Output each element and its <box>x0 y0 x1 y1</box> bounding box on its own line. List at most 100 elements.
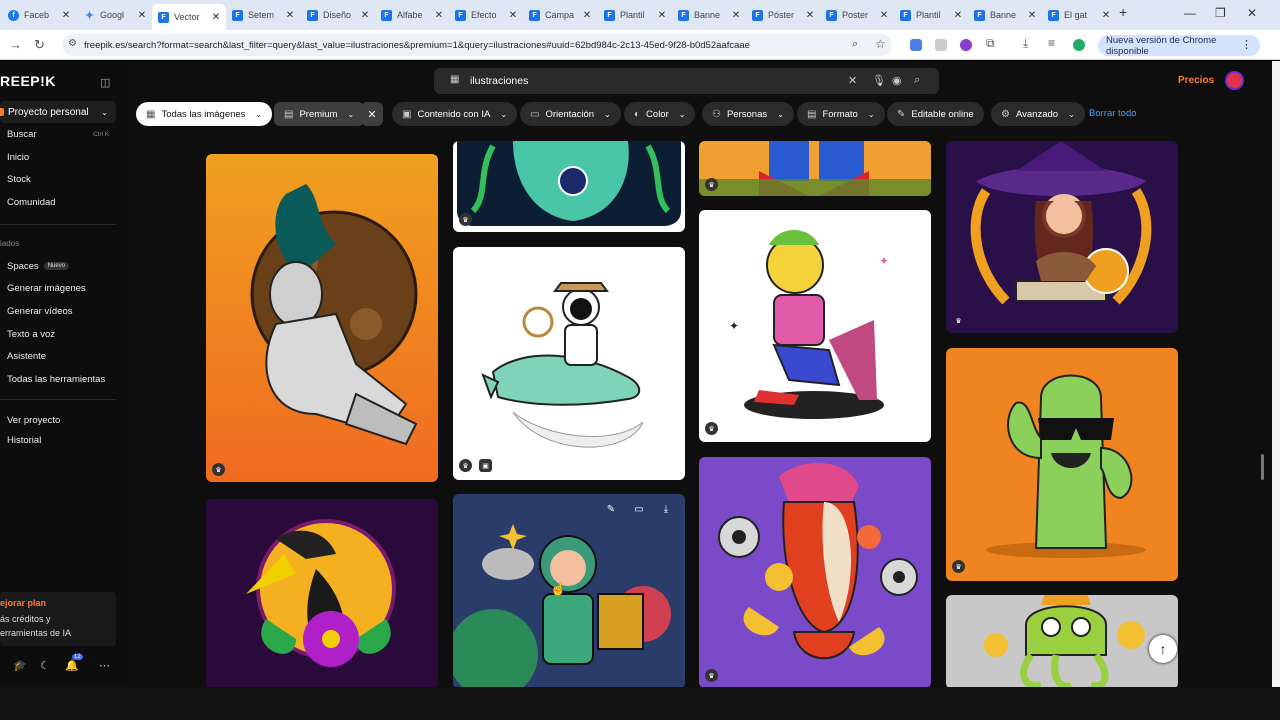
theme-moon-icon[interactable]: ☾ <box>40 659 50 672</box>
browser-tab[interactable]: F Diseño ✕ <box>301 4 375 26</box>
media-icon[interactable]: ≡ <box>1048 36 1060 50</box>
microphone-icon[interactable]: 🎙 <box>872 74 886 87</box>
sidebar-item-comunidad[interactable]: Comunidad <box>7 197 56 208</box>
collapse-sidebar-icon[interactable]: ◫ <box>100 76 110 89</box>
sidebar-item-todas-herramientas[interactable]: Todas las herramientas <box>7 374 105 385</box>
sidebar-item-generar-imagenes[interactable]: Generar imágenes <box>7 283 86 294</box>
filter-format[interactable]: ▤ Formato ⌄ <box>797 102 885 126</box>
upgrade-plan-card[interactable]: ejorar plan ás créditos y erramientas de … <box>0 592 116 646</box>
browser-tab[interactable]: F Plantil ✕ <box>598 4 672 26</box>
result-card-astronaut-dolphin[interactable]: ♛ ▣ <box>453 247 685 480</box>
close-icon[interactable]: ✕ <box>804 10 816 21</box>
download-icon[interactable]: ⤓ <box>658 504 674 520</box>
more-icon[interactable]: ⋮ <box>1241 38 1252 51</box>
filter-editable-online[interactable]: ✎ Editable online <box>887 102 984 126</box>
close-icon[interactable]: ✕ <box>878 10 890 21</box>
zoom-icon[interactable]: ⌕ <box>852 38 858 51</box>
scroll-to-top-button[interactable]: ↑ <box>1149 635 1177 663</box>
edit-icon[interactable]: ✎ <box>603 504 619 520</box>
clear-search-icon[interactable]: ✕ <box>848 74 857 87</box>
filter-all-images[interactable]: ▦ Todas las imágenes ⌄ <box>136 102 273 126</box>
result-card-astronaut-woman[interactable]: ♛ <box>206 154 438 482</box>
browser-tab[interactable]: f Faceb ✕ <box>2 4 76 26</box>
result-card-witch[interactable]: ♛ <box>946 141 1178 333</box>
close-icon[interactable]: ✕ <box>952 10 964 21</box>
pricing-link[interactable]: Precios <box>1178 75 1214 86</box>
result-card-octopus[interactable] <box>946 595 1178 689</box>
save-to-folder-icon[interactable]: ▭ <box>631 504 647 520</box>
sidebar-item-buscar[interactable]: Buscar <box>7 129 37 140</box>
avatar[interactable] <box>1225 71 1244 90</box>
close-icon[interactable]: ✕ <box>433 10 445 21</box>
browser-tab[interactable]: F El gat ✕ <box>1042 4 1116 26</box>
scrollbar-thumb[interactable] <box>1261 454 1264 480</box>
close-icon[interactable]: ✕ <box>656 10 668 21</box>
sidebar-item-texto-a-voz[interactable]: Texto a voz <box>7 329 55 340</box>
address-bar[interactable]: ⚙ freepik.es/search?format=search&last_f… <box>62 34 892 56</box>
close-icon[interactable]: ✕ <box>210 12 222 23</box>
extension-icon[interactable] <box>935 39 947 51</box>
minimize-button[interactable]: — <box>1184 6 1196 20</box>
browser-tab[interactable]: F Efecto ✕ <box>449 4 523 26</box>
sidebar-item-inicio[interactable]: Inicio <box>7 152 29 163</box>
search-input[interactable]: ilustraciones <box>470 75 528 87</box>
browser-tab[interactable]: F Setem ✕ <box>226 4 300 26</box>
sidebar-item-generar-videos[interactable]: Generar vídeos <box>7 306 72 317</box>
filter-advanced[interactable]: ⚙ Avanzado ⌄ <box>991 102 1085 126</box>
camera-search-icon[interactable]: ◉ <box>892 74 902 87</box>
sidebar-item-spaces[interactable]: Spaces Nuevo <box>7 261 70 272</box>
sidebar-item-stock[interactable]: Stock <box>7 174 31 185</box>
freepik-logo[interactable]: REEP!K <box>0 73 56 89</box>
browser-tab[interactable]: F Póster ✕ <box>746 4 820 26</box>
filter-ai-content[interactable]: ▣ Contenido con IA ⌄ <box>392 102 518 126</box>
result-card-cactus[interactable]: ♛ <box>946 348 1178 581</box>
filter-orientation[interactable]: ▭ Orientación ⌄ <box>520 102 621 126</box>
page-scrollbar[interactable] <box>1272 61 1280 687</box>
site-info-icon[interactable]: ⚙ <box>68 38 77 49</box>
result-card-colorful-legs[interactable]: ♛ <box>699 141 931 196</box>
browser-tab[interactable]: F Banne ✕ <box>672 4 746 26</box>
browser-tab-active[interactable]: F Vector ✕ <box>152 4 226 30</box>
close-icon[interactable]: ✕ <box>284 10 296 21</box>
browser-tab[interactable]: F Alfabe ✕ <box>375 4 449 26</box>
result-card-toucan[interactable] <box>206 499 438 689</box>
browser-tab[interactable]: F Poster ✕ <box>820 4 894 26</box>
result-card-astronaut-collage[interactable]: ✎ ▭ ⤓ ☝ <box>453 494 685 689</box>
sidebar-item-asistente[interactable]: Asistente <box>7 351 46 362</box>
bookmark-star-icon[interactable]: ☆ <box>875 37 886 51</box>
notifications-bell-icon[interactable]: 🔔 12 <box>65 654 83 672</box>
close-icon[interactable]: ✕ <box>1026 10 1038 21</box>
search-bar[interactable]: ▦ ilustraciones ✕ 🎙 ◉ ⌕ <box>434 68 939 94</box>
browser-tab[interactable]: F Campa ✕ <box>523 4 597 26</box>
extension-icon[interactable] <box>960 39 972 51</box>
close-icon[interactable]: ✕ <box>581 10 593 21</box>
puzzle-icon[interactable]: ⧉ <box>986 36 998 50</box>
close-icon[interactable]: ✕ <box>1100 10 1112 21</box>
forward-icon[interactable]: → <box>9 37 22 52</box>
reload-icon[interactable]: ↻ <box>34 37 45 53</box>
project-selector[interactable]: Proyecto personal ⌄ <box>0 101 116 123</box>
chrome-update-button[interactable]: Nueva versión de Chrome disponible ⋮ <box>1098 35 1260 57</box>
result-card-punk-portrait[interactable]: ♛ <box>699 457 931 688</box>
clear-all-filters-link[interactable]: Borrar todo <box>1089 108 1137 119</box>
more-options-icon[interactable]: ⋯ <box>99 659 110 672</box>
result-card-nervous-character[interactable]: ✦ ✦ ♛ <box>699 210 931 442</box>
sidebar-item-ver-proyecto[interactable]: Ver proyecto <box>7 415 60 426</box>
profile-icon[interactable] <box>1073 39 1085 51</box>
download-icon[interactable]: ⤓ <box>1023 36 1035 50</box>
academy-icon[interactable]: 🎓 <box>13 659 27 672</box>
close-window-button[interactable]: ✕ <box>1247 6 1257 20</box>
filter-premium[interactable]: ▤ Premium ⌄ <box>274 102 365 126</box>
filter-color[interactable]: ◐ Color ⌄ <box>624 102 696 126</box>
close-icon[interactable]: ✕ <box>136 10 148 21</box>
result-card-space-plants[interactable]: ♛ <box>453 141 685 232</box>
new-tab-button[interactable]: + <box>1119 4 1127 20</box>
sidebar-item-historial[interactable]: Historial <box>7 435 41 446</box>
browser-tab[interactable]: F Plantil ✕ <box>894 4 968 26</box>
close-icon[interactable]: ✕ <box>359 10 371 21</box>
translate-extension-icon[interactable] <box>910 39 922 51</box>
restore-button[interactable]: ❐ <box>1215 6 1226 20</box>
remove-premium-filter-button[interactable]: ✕ <box>361 102 383 126</box>
filter-people[interactable]: ⚇ Personas ⌄ <box>702 102 794 126</box>
browser-tab[interactable]: ✦ Googl ✕ <box>78 4 152 26</box>
